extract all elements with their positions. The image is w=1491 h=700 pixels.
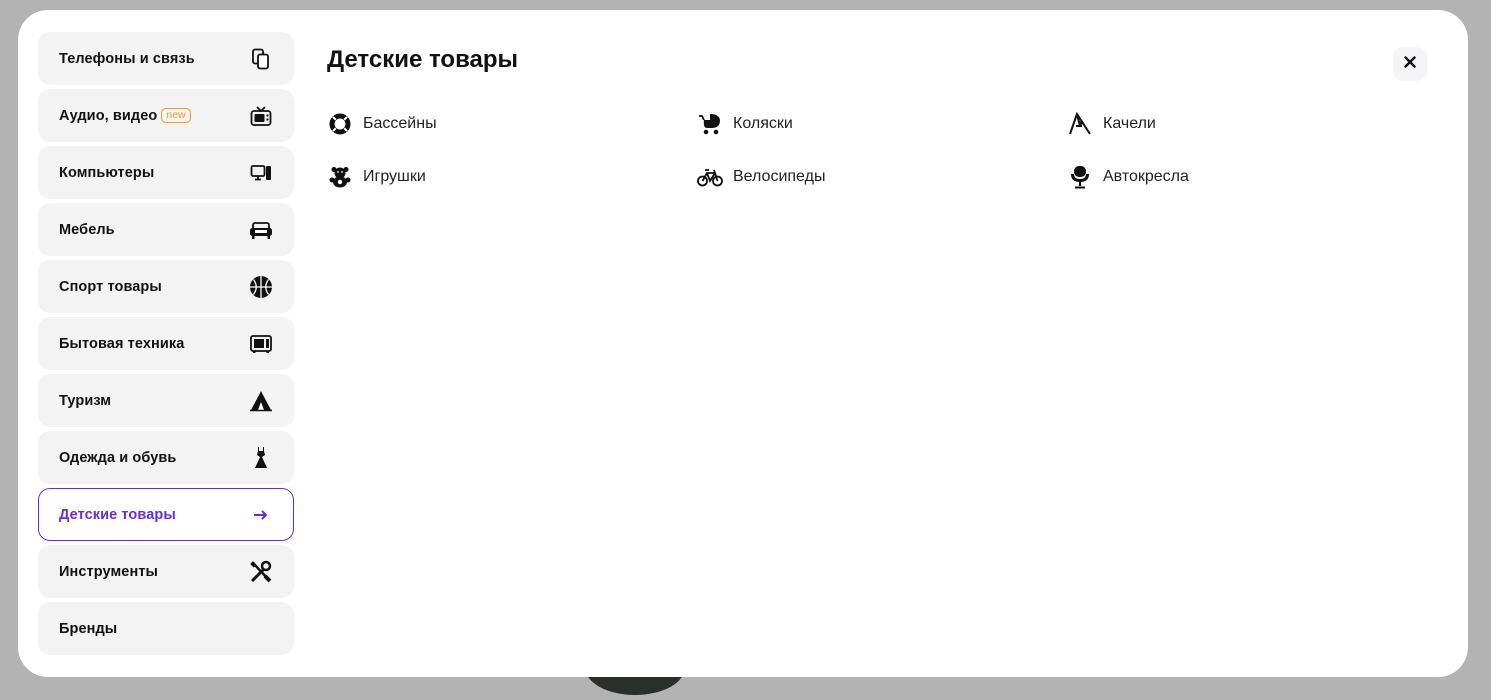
- tools-icon: [249, 560, 273, 584]
- category-label: Компьютеры: [59, 164, 155, 181]
- panel-title: Детские товары: [327, 46, 519, 73]
- close-icon: [1404, 55, 1416, 73]
- category-brands[interactable]: Бренды: [38, 602, 294, 655]
- subcategory-strollers[interactable]: Коляски: [697, 112, 1067, 135]
- category-label: Бренды: [59, 620, 118, 637]
- subcategory-toys[interactable]: Игрушки: [327, 165, 697, 188]
- phones-icon: [249, 47, 273, 71]
- tv-icon: [249, 104, 273, 128]
- category-furniture[interactable]: Мебель: [38, 203, 294, 256]
- bicycle-icon: [697, 165, 723, 189]
- subcategory-label: Автокресла: [1103, 167, 1189, 185]
- category-label: Туризм: [59, 392, 112, 409]
- teddy-bear-icon: [327, 165, 353, 189]
- subcategory-swings[interactable]: Качели: [1067, 111, 1437, 136]
- category-clothes[interactable]: Одежда и обувь: [38, 431, 294, 484]
- subcategory-label: Бассейны: [363, 114, 437, 132]
- pool-ring-icon: [327, 112, 353, 136]
- category-sport[interactable]: Спорт товары: [38, 260, 294, 313]
- stroller-icon: [697, 112, 723, 136]
- tent-icon: [249, 389, 273, 413]
- subcategory-label: Качели: [1103, 114, 1156, 132]
- subcategory-label: Игрушки: [363, 167, 426, 185]
- category-audio-video[interactable]: Аудио, видео new: [38, 89, 294, 142]
- category-appliances[interactable]: Бытовая техника: [38, 317, 294, 370]
- catalog-modal: Телефоны и связь Аудио, видео new Компью…: [18, 10, 1468, 677]
- arrow-right-icon: [249, 503, 273, 527]
- category-tourism[interactable]: Туризм: [38, 374, 294, 427]
- car-seat-icon: [1067, 165, 1093, 189]
- category-label: Мебель: [59, 221, 115, 238]
- category-label: Детские товары: [59, 506, 176, 523]
- category-label: Одежда и обувь: [59, 449, 177, 466]
- category-sidebar: Телефоны и связь Аудио, видео new Компью…: [38, 32, 294, 659]
- subcategory-panel: Детские товары Бассейны Коляски Качели И…: [327, 46, 1437, 188]
- category-phones[interactable]: Телефоны и связь: [38, 32, 294, 85]
- category-label: Аудио, видео: [59, 107, 158, 124]
- microwave-icon: [249, 332, 273, 356]
- sofa-icon: [249, 218, 273, 242]
- category-label: Спорт товары: [59, 278, 162, 295]
- subcategory-bicycles[interactable]: Велосипеды: [697, 165, 1067, 188]
- category-kids[interactable]: Детские товары: [38, 488, 294, 541]
- subcategory-grid: Бассейны Коляски Качели Игрушки Велосипе…: [327, 111, 1437, 188]
- category-label: Телефоны и связь: [59, 50, 195, 67]
- subcategory-label: Коляски: [733, 114, 793, 132]
- category-tools[interactable]: Инструменты: [38, 545, 294, 598]
- close-button[interactable]: [1393, 47, 1427, 81]
- subcategory-pools[interactable]: Бассейны: [327, 112, 697, 135]
- category-label: Инструменты: [59, 563, 159, 580]
- computer-icon: [249, 161, 273, 185]
- basketball-icon: [249, 275, 273, 299]
- new-badge: new: [161, 108, 191, 123]
- swing-icon: [1067, 111, 1093, 136]
- subcategory-label: Велосипеды: [733, 167, 826, 185]
- subcategory-car-seats[interactable]: Автокресла: [1067, 165, 1437, 188]
- dress-icon: [249, 446, 273, 470]
- category-computers[interactable]: Компьютеры: [38, 146, 294, 199]
- category-label: Бытовая техника: [59, 335, 185, 352]
